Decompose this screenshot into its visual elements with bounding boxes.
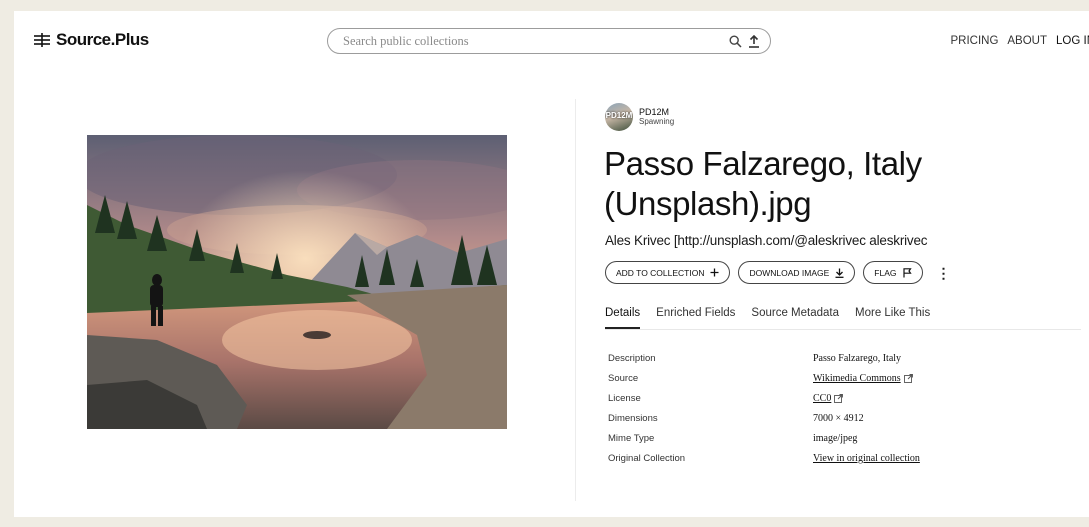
field-row-license: License CC0 — [608, 388, 1078, 408]
tab-source-metadata[interactable]: Source Metadata — [751, 307, 839, 329]
image-author: Ales Krivec [http://unsplash.com/@aleskr… — [605, 233, 928, 248]
app-window: Source.Plus PRICING ABOUT LOG IN — [14, 11, 1089, 517]
flag-button[interactable]: FLAG — [863, 261, 923, 284]
collection-avatar: PD12M — [605, 103, 633, 131]
image-title: Passo Falzarego, Italy (Unsplash).jpg — [604, 145, 922, 222]
tab-details[interactable]: Details — [605, 307, 641, 329]
external-link-icon — [903, 373, 913, 383]
field-row-original-collection: Original Collection View in original col… — [608, 448, 1078, 468]
download-image-button[interactable]: DOWNLOAD IMAGE — [738, 261, 856, 284]
landscape-photo — [87, 135, 507, 429]
field-value: Passo Falzarego, Italy — [813, 352, 902, 364]
field-value: 7000 × 4912 — [813, 412, 864, 424]
field-row-mime-type: Mime Type image/jpeg — [608, 428, 1078, 448]
license-link[interactable]: CC0 — [813, 392, 844, 404]
field-row-dimensions: Dimensions 7000 × 4912 — [608, 408, 1078, 428]
logo-icon — [34, 33, 50, 47]
flag-icon — [902, 267, 912, 277]
download-image-label: DOWNLOAD IMAGE — [749, 267, 830, 278]
external-link-icon — [834, 393, 844, 403]
field-label: Dimensions — [608, 412, 658, 424]
brand-name: Source.Plus — [56, 30, 149, 49]
collection-badge[interactable]: PD12M PD12M Spawning — [605, 103, 674, 131]
add-to-collection-label: ADD TO COLLECTION — [616, 267, 705, 278]
tab-enriched-fields[interactable]: Enriched Fields — [656, 307, 735, 329]
field-label: Source — [608, 372, 639, 384]
download-icon — [835, 268, 844, 278]
details-table: Description Passo Falzarego, Italy Sourc… — [608, 348, 1078, 468]
action-bar: ADD TO COLLECTION DOWNLOAD IMAGE FLAG ⋮ — [605, 261, 951, 284]
tab-more-like-this[interactable]: More Like This — [855, 307, 930, 329]
field-label: Mime Type — [608, 432, 655, 444]
collection-name: PD12M — [639, 107, 670, 117]
collection-org: Spawning — [639, 117, 675, 126]
source-link[interactable]: Wikimedia Commons — [813, 373, 913, 384]
detail-tabs: Details Enriched Fields Source Metadata … — [605, 307, 1081, 330]
source-link-text: Wikimedia Commons — [813, 372, 901, 384]
original-collection-link[interactable]: View in original collection — [813, 453, 920, 464]
field-label: License — [608, 392, 641, 404]
panel-divider — [575, 99, 576, 501]
add-to-collection-button[interactable]: ADD TO COLLECTION — [605, 261, 731, 284]
plus-icon — [710, 268, 719, 277]
brand-logo[interactable]: Source.Plus — [34, 30, 149, 50]
avatar-text: PD12M — [605, 111, 633, 120]
field-label: Description — [608, 352, 656, 364]
field-label: Original Collection — [608, 452, 686, 464]
main-image[interactable] — [87, 135, 507, 429]
details-panel: PD12M PD12M Spawning Passo Falzarego, It… — [604, 11, 1089, 517]
field-row-source: Source Wikimedia Commons — [608, 368, 1078, 388]
flag-label: FLAG — [874, 267, 897, 278]
field-row-description: Description Passo Falzarego, Italy — [608, 348, 1078, 368]
field-value: image/jpeg — [813, 432, 858, 444]
more-options-icon[interactable]: ⋮ — [937, 266, 951, 280]
license-link-text: CC0 — [813, 392, 832, 404]
